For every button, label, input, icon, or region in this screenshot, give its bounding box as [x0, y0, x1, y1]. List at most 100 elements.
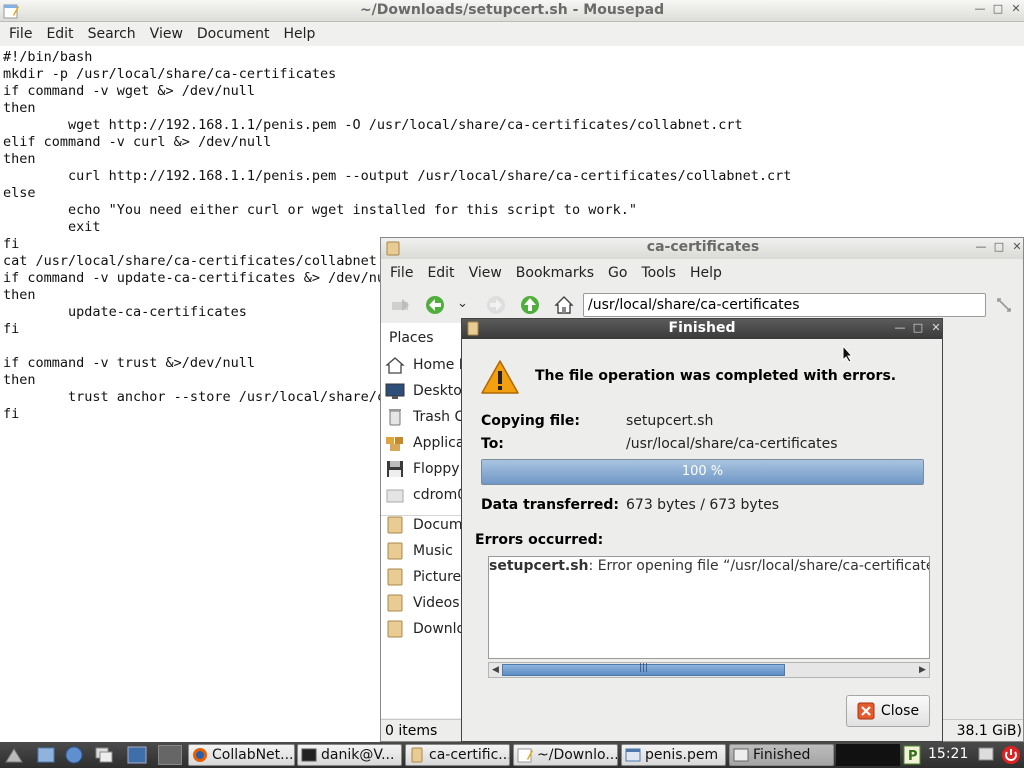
maximize-icon[interactable]: □	[991, 238, 1007, 256]
mouse-pointer-icon	[842, 345, 854, 363]
file-manager-menubar: File Edit View Bookmarks Go Tools Help	[381, 261, 1023, 285]
status-item-count: 0 items	[385, 723, 438, 739]
scroll-right-icon[interactable]: ▶	[916, 663, 929, 677]
forward-arrow-icon[interactable]	[485, 294, 507, 316]
minimize-icon[interactable]: —	[892, 319, 908, 337]
folder-icon	[387, 620, 403, 638]
task-finished[interactable]: Finished	[729, 744, 834, 766]
cdrom-icon	[386, 489, 404, 503]
menu-help[interactable]: Help	[683, 261, 729, 285]
home-icon	[385, 357, 405, 374]
progress-text: 100 %	[681, 464, 724, 479]
desktop-pager-icon[interactable]	[127, 745, 147, 765]
code-line: fi	[3, 321, 20, 337]
scrollbar-thumb[interactable]: |||	[502, 663, 785, 676]
close-icon	[857, 702, 875, 720]
folder-icon	[411, 747, 423, 763]
copying-label: Copying file:	[481, 413, 580, 429]
menu-file[interactable]: File	[2, 22, 39, 46]
maximize-icon[interactable]: □	[990, 0, 1006, 18]
up-arrow-icon[interactable]	[519, 294, 541, 316]
sidebar-item-music[interactable]: Music	[385, 540, 465, 562]
close-icon[interactable]: ✕	[1009, 238, 1023, 256]
code-line: then	[3, 287, 36, 303]
location-bar[interactable]: /usr/local/share/ca-certificates	[583, 293, 986, 317]
horizontal-scrollbar[interactable]: ◀ ||| ▶	[488, 662, 930, 678]
task-terminal[interactable]: danik@V...	[297, 744, 402, 766]
mousepad-titlebar[interactable]: ~/Downloads/setupcert.sh - Mousepad — □ …	[0, 0, 1024, 22]
minimize-icon[interactable]: —	[973, 238, 989, 256]
task-mousepad[interactable]: ~/Downlo...	[513, 744, 618, 766]
svg-text:P: P	[908, 749, 918, 764]
menu-bookmarks[interactable]: Bookmarks	[509, 261, 601, 285]
code-line: fi	[3, 236, 20, 252]
code-line: if command -v trust &>/dev/null	[3, 355, 255, 371]
to-label: To:	[481, 436, 504, 452]
floppy-icon	[387, 461, 403, 477]
scroll-left-icon[interactable]: ◀	[489, 663, 502, 677]
sidebar-item-home[interactable]: Home F	[385, 354, 465, 376]
history-dropdown-icon[interactable]: ⌄	[457, 296, 468, 311]
status-free-space: 38.1 GiB)	[956, 723, 1022, 739]
transferred-value: 673 bytes / 673 bytes	[626, 497, 780, 513]
menu-help[interactable]: Help	[276, 22, 322, 46]
warning-icon	[481, 360, 519, 394]
task-collabnet[interactable]: CollabNet...	[188, 744, 295, 766]
window-switcher-icon[interactable]	[94, 745, 114, 765]
code-line: cat /usr/local/share/ca-certificates/col…	[3, 253, 386, 269]
places-sidebar: Places Home F Desktop Trash C Applica Fl…	[381, 323, 465, 718]
browser-launcher-icon[interactable]	[64, 745, 84, 765]
error-list[interactable]: setupcert.sh: Error opening file “/usr/l…	[488, 556, 930, 659]
sidebar-item-desktop[interactable]: Desktop	[385, 380, 465, 402]
close-button-label: Close	[880, 703, 920, 719]
sidebar-item-floppy[interactable]: Floppy	[385, 458, 465, 480]
sidebar-item-trash[interactable]: Trash C	[385, 406, 465, 428]
back-arrow-icon[interactable]	[424, 294, 446, 316]
file-manager-titlebar[interactable]: ca-certificates — □ ✕	[381, 238, 1023, 259]
start-menu-icon[interactable]	[4, 745, 24, 765]
power-icon[interactable]	[1001, 745, 1021, 765]
menu-document[interactable]: Document	[190, 22, 277, 46]
menu-go[interactable]: Go	[601, 261, 634, 285]
menu-view[interactable]: View	[143, 22, 190, 46]
home-icon[interactable]	[553, 294, 575, 316]
sidebar-item-videos[interactable]: Videos	[385, 592, 465, 614]
code-line: mkdir -p /usr/local/share/ca-certificate…	[3, 66, 337, 82]
code-line: exit	[3, 219, 101, 235]
dialog-heading: The file operation was completed with er…	[535, 368, 897, 384]
task-penis-pem[interactable]: penis.pem	[621, 744, 726, 766]
menu-edit[interactable]: Edit	[39, 22, 80, 46]
menu-view[interactable]: View	[462, 261, 509, 285]
close-icon[interactable]: ✕	[1008, 0, 1024, 18]
close-icon[interactable]: ✕	[928, 319, 944, 337]
sidebar-item-pictures[interactable]: Pictures	[385, 566, 465, 588]
menu-file[interactable]: File	[383, 261, 420, 285]
sidebar-item-documents[interactable]: Docume	[385, 514, 465, 536]
minimize-icon[interactable]: —	[972, 0, 988, 18]
sidebar-item-applications[interactable]: Applica	[385, 432, 465, 454]
network-icon[interactable]	[976, 745, 996, 765]
error-file: setupcert.sh	[489, 558, 589, 574]
code-line: echo "You need either curl or wget insta…	[3, 202, 637, 218]
folder-icon	[387, 542, 403, 560]
firefox-icon	[193, 748, 207, 762]
transferred-label: Data transferred:	[481, 497, 619, 513]
file-manager-launcher-icon[interactable]	[36, 745, 56, 765]
maximize-icon[interactable]: □	[910, 319, 926, 337]
menu-tools[interactable]: Tools	[634, 261, 683, 285]
mousepad-menubar: File Edit Search View Document Help	[0, 22, 1024, 46]
close-button[interactable]: Close	[846, 695, 930, 727]
to-value: /usr/local/share/ca-certificates	[626, 436, 838, 452]
package-updater-icon[interactable]: P	[902, 745, 922, 765]
menu-edit[interactable]: Edit	[420, 261, 461, 285]
menu-search[interactable]: Search	[81, 22, 143, 46]
desktop-pager-2[interactable]	[158, 745, 182, 765]
task-ca-certificates[interactable]: ca-certific...	[405, 744, 510, 766]
reload-icon[interactable]	[993, 294, 1015, 316]
dialog-titlebar[interactable]: Finished — □ ✕	[462, 319, 942, 339]
code-line: fi	[3, 406, 20, 422]
trash-icon	[389, 409, 401, 426]
new-tab-icon[interactable]	[389, 294, 411, 316]
sidebar-item-downloads[interactable]: Downlo	[385, 618, 465, 640]
sidebar-item-cdrom[interactable]: cdrom0	[385, 484, 465, 506]
